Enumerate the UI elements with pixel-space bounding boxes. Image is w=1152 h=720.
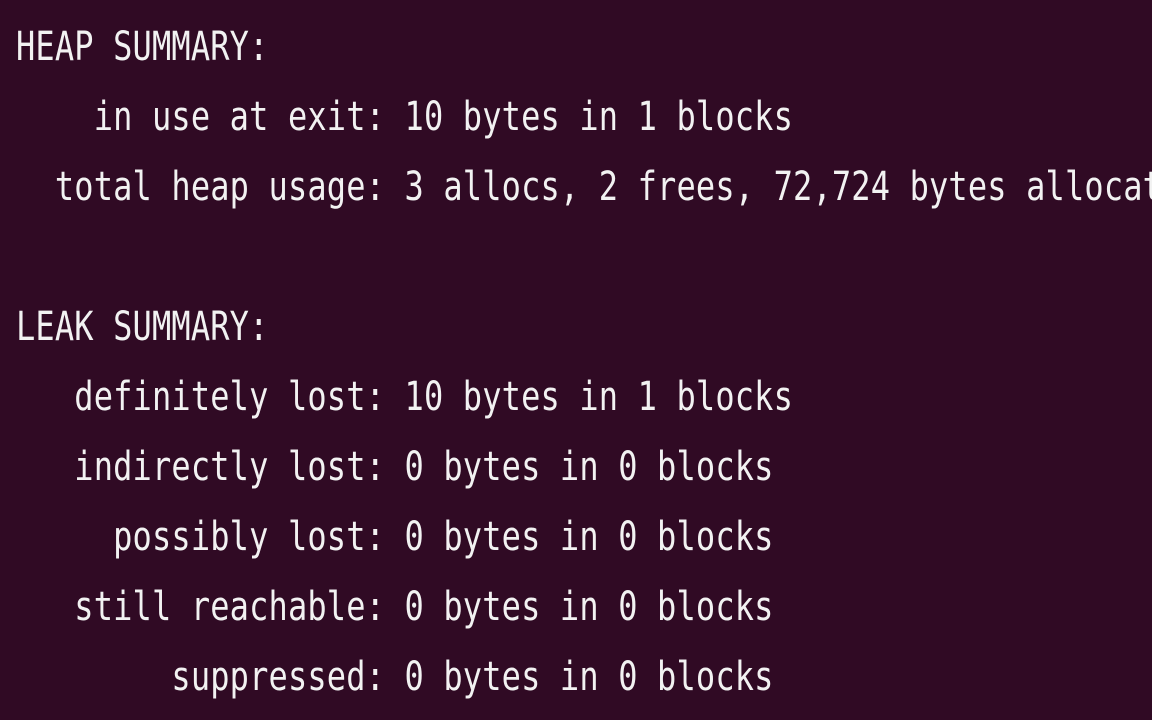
definitely-lost-line: definitely lost: 10 bytes in 1 blocks <box>16 374 794 420</box>
leak-summary-heading: LEAK SUMMARY: <box>16 304 269 350</box>
terminal-output[interactable]: HEAP SUMMARY: in use at exit: 10 bytes i… <box>0 0 1152 720</box>
still-reachable-line: still reachable: 0 bytes in 0 blocks <box>16 584 774 630</box>
total-heap-usage-line: total heap usage: 3 allocs, 2 frees, 72,… <box>16 164 1152 210</box>
heap-summary-heading: HEAP SUMMARY: <box>16 24 269 70</box>
in-use-at-exit-line: in use at exit: 10 bytes in 1 blocks <box>16 94 794 140</box>
indirectly-lost-line: indirectly lost: 0 bytes in 0 blocks <box>16 444 774 490</box>
suppressed-line: suppressed: 0 bytes in 0 blocks <box>16 654 774 700</box>
possibly-lost-line: possibly lost: 0 bytes in 0 blocks <box>16 514 774 560</box>
